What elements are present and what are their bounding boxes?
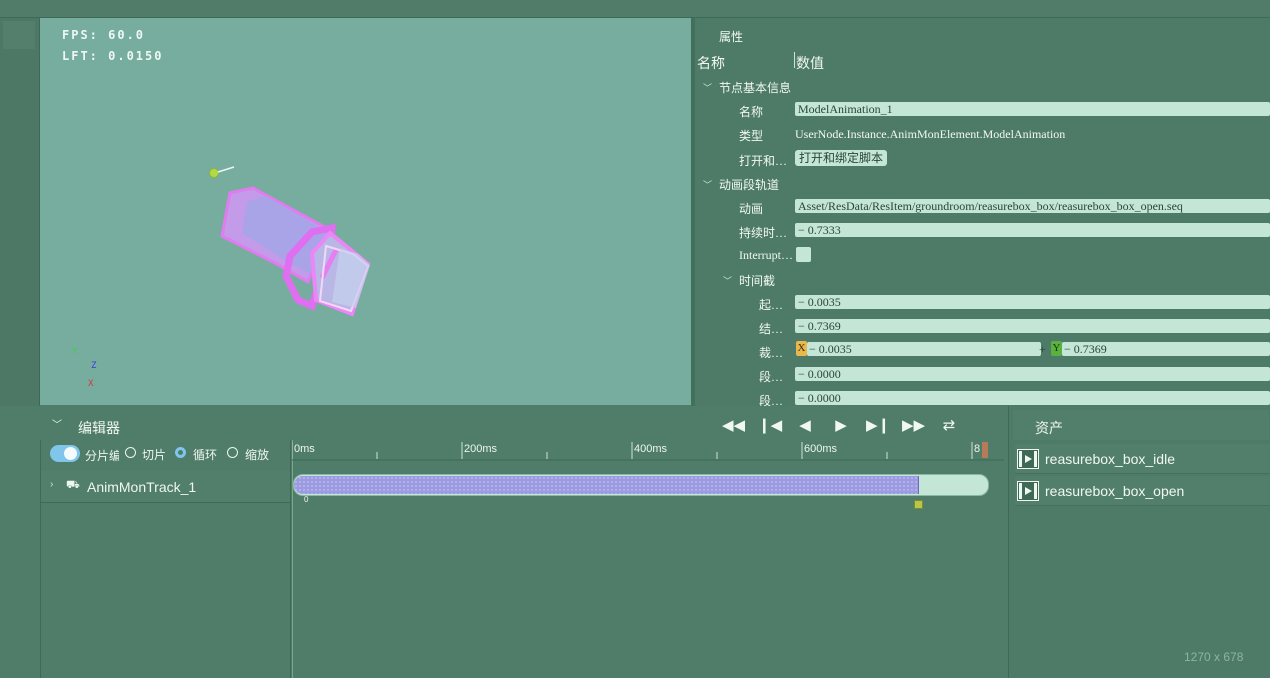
section-time-label: 时间截 xyxy=(739,274,776,288)
track-icon: ⛟ xyxy=(66,479,80,491)
end-field[interactable]: − 0.7369 xyxy=(795,319,1270,333)
interrupt-checkbox[interactable] xyxy=(796,247,811,262)
chevron-down-icon[interactable]: ﹀ xyxy=(52,416,62,431)
section-anim-track[interactable]: ﹀ 动画段轨道 xyxy=(695,171,1270,193)
animation-path-field[interactable]: Asset/ResData/ResItem/groundroom/reasure… xyxy=(795,199,1270,213)
open-script-label: 打开和… xyxy=(739,154,788,168)
play-button[interactable]: ▶︎ xyxy=(830,416,852,436)
clip-y-field[interactable]: − 0.7369 xyxy=(1062,342,1270,356)
section-basic-label: 节点基本信息 xyxy=(719,81,792,95)
slice-edit-toggle[interactable] xyxy=(50,445,80,462)
duration-label: 持续时… xyxy=(739,226,788,240)
segment-2-label: 段… xyxy=(759,394,784,406)
chevron-right-icon[interactable]: › xyxy=(50,479,53,490)
y-tag: Y xyxy=(1051,341,1062,356)
x-axis-label: X xyxy=(88,379,94,389)
left-toolbar xyxy=(0,18,40,406)
size-label: 1270 x 678 xyxy=(1184,650,1244,664)
scale-radio[interactable] xyxy=(227,447,238,458)
treasure-box-model[interactable]: Y Z X xyxy=(40,18,691,405)
type-label: 类型 xyxy=(739,129,764,143)
track-name: AnimMonTrack_1 xyxy=(87,479,197,495)
start-field[interactable]: − 0.0035 xyxy=(795,295,1270,309)
tick-800ms: 8 xyxy=(974,443,980,455)
clip-edge[interactable] xyxy=(918,476,919,494)
name-field[interactable]: ModelAnimation_1 xyxy=(795,102,1270,116)
column-name-header: 名称 xyxy=(697,57,725,72)
interrupt-label: Interrupt… xyxy=(739,248,793,262)
end-marker[interactable] xyxy=(982,442,988,458)
section-time[interactable]: ﹀ 时间截 xyxy=(695,267,1270,289)
column-divider[interactable] xyxy=(794,52,795,68)
tick-200ms: 200ms xyxy=(464,443,498,455)
section-track-label: 动画段轨道 xyxy=(719,178,780,192)
asset-item[interactable]: reasurebox_box_idle xyxy=(1015,444,1270,474)
loop-label: 循环 xyxy=(193,448,218,462)
timeline[interactable]: 0ms 200ms 400ms 600ms 8 0 xyxy=(292,440,1004,678)
tick-400ms: 400ms xyxy=(634,443,668,455)
segment-2-field[interactable]: − 0.0000 xyxy=(795,391,1270,405)
editor-header: ﹀ 编辑器 xyxy=(40,406,1004,440)
asset-name: reasurebox_box_idle xyxy=(1045,451,1175,467)
start-label: 起… xyxy=(759,298,784,312)
clip-label: 裁… xyxy=(759,346,784,360)
top-bar xyxy=(0,0,1270,18)
clip-start-label: 0 xyxy=(304,495,309,504)
section-basic-info[interactable]: ﹀ 节点基本信息 xyxy=(695,74,1270,96)
slice-edit-label: 分片编 xyxy=(85,449,119,463)
end-label: 结… xyxy=(759,322,784,336)
clip-end-handle[interactable] xyxy=(914,500,923,509)
film-icon xyxy=(1017,481,1039,501)
x-tag: X xyxy=(796,341,807,356)
properties-title: 属性 xyxy=(719,30,744,44)
track-list: 分片编 切片 循环 缩放 › ⛟ AnimMonTrack_1 xyxy=(40,440,291,678)
film-icon xyxy=(1017,449,1039,469)
loop-radio[interactable] xyxy=(175,447,186,458)
type-value: UserNode.Instance.AnimMonElement.ModelAn… xyxy=(795,127,1066,141)
duration-field[interactable]: − 0.7333 xyxy=(795,223,1270,237)
assets-panel: 资产 reasurebox_box_idle reasurebox_box_op… xyxy=(1008,406,1270,678)
animation-label: 动画 xyxy=(739,202,764,216)
open-bind-script-button[interactable]: 打开和绑定脚本 xyxy=(795,150,888,166)
y-axis-label: Y xyxy=(72,347,78,357)
jump-to-start-button[interactable]: ◀︎◀︎ xyxy=(722,416,745,436)
name-label: 名称 xyxy=(739,105,764,119)
tool-button[interactable] xyxy=(3,21,35,49)
slice-radio[interactable] xyxy=(125,447,136,458)
segment-1-field[interactable]: − 0.0000 xyxy=(795,367,1270,381)
track-row[interactable]: › ⛟ AnimMonTrack_1 xyxy=(41,471,290,503)
z-axis-label: Z xyxy=(91,361,97,371)
scale-label: 缩放 xyxy=(245,448,270,462)
asset-name: reasurebox_box_open xyxy=(1045,483,1185,499)
segment-1-label: 段… xyxy=(759,370,784,384)
properties-panel: 属性 名称 数值 ﹀ 节点基本信息 名称 ModelAnimation_1 类型… xyxy=(695,18,1270,406)
scene-viewport[interactable]: FPS: 60.0 LFT: 0.0150 Y Z X xyxy=(40,18,691,405)
assets-title: 资产 xyxy=(1035,420,1063,436)
assets-header: 资产 xyxy=(1013,410,1269,440)
clip-x-field[interactable]: − 0.0035 xyxy=(807,342,1041,356)
loop-icon[interactable]: ⇄ xyxy=(938,416,960,436)
chevron-down-icon: ﹀ xyxy=(723,276,733,286)
jump-to-end-button[interactable]: ▶︎▶︎ xyxy=(902,416,925,436)
clip-plus-button[interactable]: + xyxy=(1039,342,1046,357)
tick-0ms: 0ms xyxy=(294,443,315,455)
asset-item[interactable]: reasurebox_box_open xyxy=(1015,476,1270,506)
tick-600ms: 600ms xyxy=(804,443,838,455)
editor-title: 编辑器 xyxy=(78,420,120,436)
prev-key-button[interactable]: ❙◀︎ xyxy=(758,416,782,436)
column-value-header: 数值 xyxy=(796,57,824,72)
step-back-button[interactable]: ◀︎ xyxy=(794,416,816,436)
slice-label: 切片 xyxy=(142,448,167,462)
chevron-down-icon: ﹀ xyxy=(703,180,713,190)
next-key-button[interactable]: ▶︎❙ xyxy=(866,416,890,436)
chevron-down-icon: ﹀ xyxy=(703,83,713,93)
animation-clip[interactable] xyxy=(294,476,919,494)
